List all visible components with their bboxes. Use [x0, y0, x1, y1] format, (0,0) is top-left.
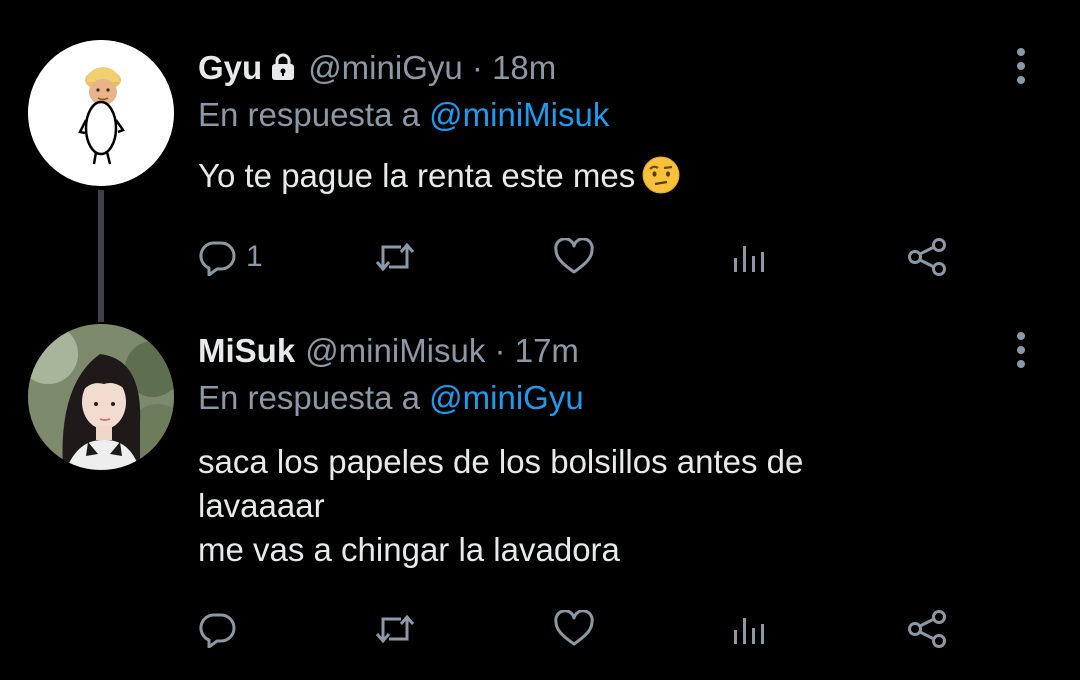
- tweet-text-line: Yo te pague la renta este mes: [198, 157, 636, 194]
- reply-button[interactable]: [198, 605, 246, 653]
- display-name[interactable]: Gyu: [198, 49, 262, 86]
- share-icon: [908, 610, 946, 648]
- timestamp[interactable]: 17m: [515, 332, 579, 369]
- reply-icon: [199, 241, 236, 276]
- handle[interactable]: @miniGyu: [308, 49, 463, 86]
- reply-count: 1: [246, 240, 263, 273]
- analytics-button[interactable]: [731, 605, 767, 653]
- mention-link[interactable]: @miniGyu: [429, 379, 584, 416]
- retweet-button[interactable]: [373, 605, 427, 653]
- more-options-button[interactable]: [1008, 330, 1034, 370]
- tweet[interactable]: MiSuk @miniMisuk · 17m En respuesta a @mi…: [0, 300, 1080, 680]
- more-options-button[interactable]: [1008, 46, 1034, 86]
- tweet-header: MiSuk @miniMisuk · 17m: [198, 331, 579, 371]
- display-name[interactable]: MiSuk: [198, 332, 295, 369]
- share-button[interactable]: [906, 233, 948, 281]
- lock-icon: [270, 50, 296, 90]
- avatar-gyu[interactable]: [28, 40, 174, 186]
- avatar-illustration: [28, 40, 174, 186]
- share-button[interactable]: [906, 605, 948, 653]
- reply-prefix: En respuesta a: [198, 379, 420, 416]
- like-button[interactable]: [553, 233, 605, 281]
- retweet-icon: [375, 614, 415, 644]
- mention-link[interactable]: @miniMisuk: [429, 96, 609, 133]
- retweet-button[interactable]: [373, 233, 427, 281]
- reply-button[interactable]: 1: [198, 233, 263, 281]
- tweet-text: saca los papeles de los bolsillos antes …: [198, 440, 978, 572]
- avatar-misuk[interactable]: [28, 324, 174, 470]
- more-vertical-icon: [1017, 48, 1025, 84]
- face-with-raised-eyebrow-emoji: [641, 155, 681, 206]
- timestamp[interactable]: 18m: [492, 49, 556, 86]
- analytics-button[interactable]: [731, 233, 767, 281]
- heart-icon: [554, 610, 594, 646]
- like-button[interactable]: [553, 605, 605, 653]
- handle[interactable]: @miniMisuk: [305, 332, 485, 369]
- avatar-photo: [28, 324, 174, 470]
- tweet-text-line: saca los papeles de los bolsillos antes …: [198, 443, 804, 480]
- tweet-text-line: lavaaaar: [198, 487, 325, 524]
- tweet-header: Gyu @miniGyu · 18m: [198, 48, 556, 90]
- tweet-text-line: me vas a chingar la lavadora: [198, 531, 620, 568]
- tweet-text: Yo te pague la renta este mes: [198, 154, 978, 206]
- analytics-icon: [734, 618, 764, 644]
- action-bar: [198, 605, 958, 653]
- reply-icon: [199, 613, 236, 648]
- retweet-icon: [375, 242, 415, 272]
- share-icon: [908, 238, 946, 276]
- more-vertical-icon: [1017, 332, 1025, 368]
- heart-icon: [554, 238, 594, 274]
- tweet[interactable]: Gyu @miniGyu · 18m En respuesta a @miniMi…: [0, 0, 1080, 322]
- separator-dot: ·: [471, 49, 483, 86]
- analytics-icon: [734, 246, 764, 272]
- reply-context: En respuesta a @miniGyu: [198, 378, 584, 418]
- action-bar: 1: [198, 233, 958, 281]
- separator-dot: ·: [494, 332, 506, 369]
- reply-prefix: En respuesta a: [198, 96, 420, 133]
- reply-context: En respuesta a @miniMisuk: [198, 95, 609, 135]
